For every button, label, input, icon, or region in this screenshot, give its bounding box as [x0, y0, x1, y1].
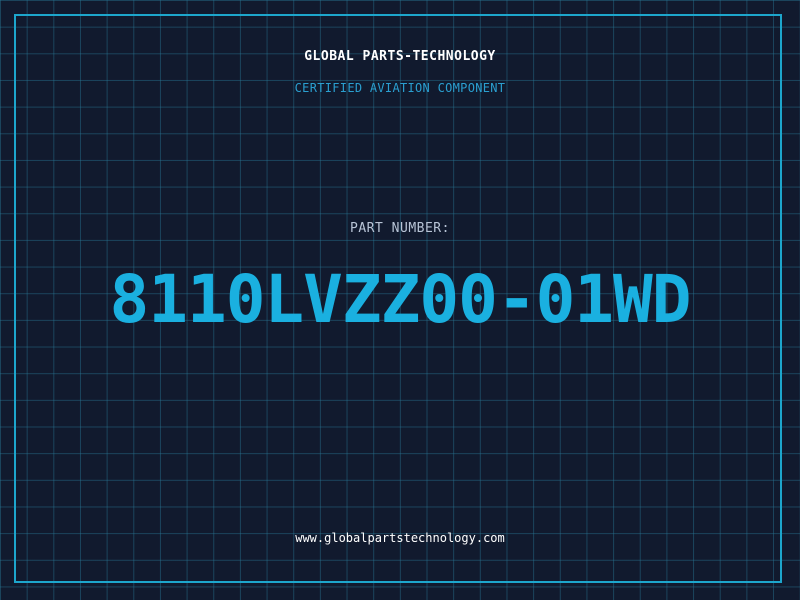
- component-subtitle: CERTIFIED AVIATION COMPONENT: [294, 81, 506, 95]
- company-name: GLOBAL PARTS-TECHNOLOGY: [304, 49, 496, 64]
- part-number-value: 8110LVZZ00-01WD: [109, 261, 691, 338]
- website-url: www.globalpartstechnology.com: [295, 531, 505, 545]
- part-number-label: PART NUMBER:: [350, 221, 450, 236]
